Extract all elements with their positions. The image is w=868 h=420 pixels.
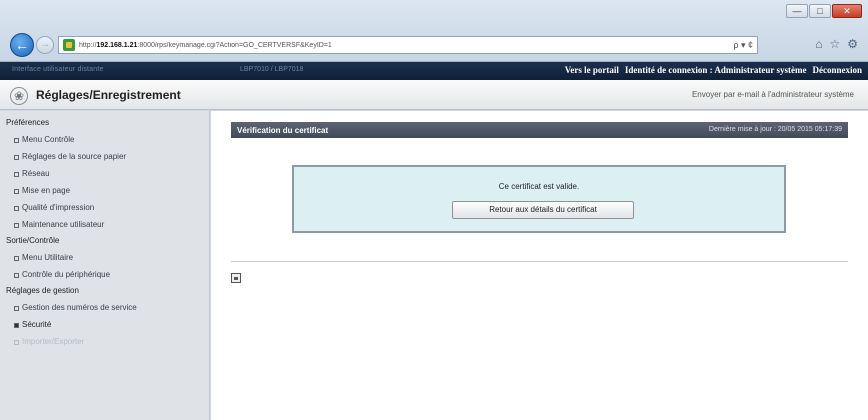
sidebar-item-paper-source[interactable]: Réglages de la source papier [0, 148, 209, 165]
sidebar-group-output-control: Sortie/Contrôle [6, 236, 60, 245]
address-bar[interactable]: http://192.168.1.21:8000/rps/keymanage.c… [58, 36, 758, 54]
sidebar-item-device-control[interactable]: Contrôle du périphérique [0, 266, 209, 283]
print-icon[interactable] [231, 273, 241, 283]
sidebar-group-preferences: Préférences [6, 118, 50, 127]
app-topbar: Interface utilisateur distante LBP7010 /… [0, 62, 868, 80]
sidebar: Préférences Menu Contrôle Réglages de la… [0, 111, 210, 420]
page-title: Réglages/Enregistrement [36, 88, 181, 102]
page-header: ❀ Réglages/Enregistrement Envoyer par e-… [0, 80, 868, 110]
back-arrow-icon[interactable]: ← [10, 33, 34, 57]
sidebar-item-network[interactable]: Réseau [0, 165, 209, 182]
home-icon[interactable]: ⌂ [815, 37, 822, 51]
sidebar-item-control-menu[interactable]: Menu Contrôle [0, 131, 209, 148]
portal-link[interactable]: Vers le portail [565, 65, 619, 75]
last-update: Dernière mise à jour : 20/05 2015 05:17:… [708, 126, 842, 133]
product-name: Interface utilisateur distante [12, 66, 104, 73]
main-content: Vérification du certificat Dernière mise… [211, 111, 868, 420]
gear-icon[interactable]: ⚙ [847, 37, 858, 51]
minimize-button[interactable]: — [786, 4, 808, 18]
browser-chrome: — □ ✕ ← → http://192.168.1.21:8000/rps/k… [0, 0, 868, 62]
url-text: http://192.168.1.21:8000/rps/keymanage.c… [79, 41, 332, 49]
sidebar-item-layout[interactable]: Mise en page [0, 182, 209, 199]
back-to-certificate-button[interactable]: Retour aux détails du certificat [452, 201, 634, 219]
sidebar-item-user-maintenance[interactable]: Maintenance utilisateur [0, 216, 209, 233]
sidebar-item-security[interactable]: Sécurité [0, 316, 209, 333]
panel-header: Vérification du certificat Dernière mise… [231, 122, 848, 138]
sidebar-group-management: Réglages de gestion [6, 286, 79, 295]
forward-arrow-icon[interactable]: → [36, 36, 54, 54]
window-controls: — □ ✕ [786, 4, 862, 18]
email-admin-link[interactable]: Envoyer par e-mail à l'administrateur sy… [692, 90, 854, 99]
sidebar-item-import-export[interactable]: Importer/Exporter [0, 333, 209, 350]
sidebar-item-department-id[interactable]: Gestion des numéros de service [0, 299, 209, 316]
divider [231, 261, 848, 262]
panel-title: Vérification du certificat [237, 126, 329, 135]
site-favicon-icon [63, 39, 75, 51]
device-model: LBP7010 / LBP7018 [240, 66, 304, 73]
maximize-button[interactable]: □ [809, 4, 831, 18]
logout-link[interactable]: Déconnexion [813, 65, 863, 75]
sidebar-item-utility-menu[interactable]: Menu Utilitaire [0, 249, 209, 266]
search-refresh-icons[interactable]: ρ ▾ ¢ [733, 40, 753, 51]
verification-result-box: Ce certificat est valide. Retour aux dét… [292, 165, 786, 233]
browser-toolbar: ⌂ ☆ ⚙ [815, 37, 858, 51]
close-button[interactable]: ✕ [832, 4, 862, 18]
settings-logo-icon: ❀ [10, 87, 28, 105]
result-message: Ce certificat est valide. [498, 182, 580, 191]
sidebar-item-print-quality[interactable]: Qualité d'impression [0, 199, 209, 216]
login-identity: Identité de connexion : Administrateur s… [624, 65, 807, 75]
star-icon[interactable]: ☆ [829, 37, 840, 51]
